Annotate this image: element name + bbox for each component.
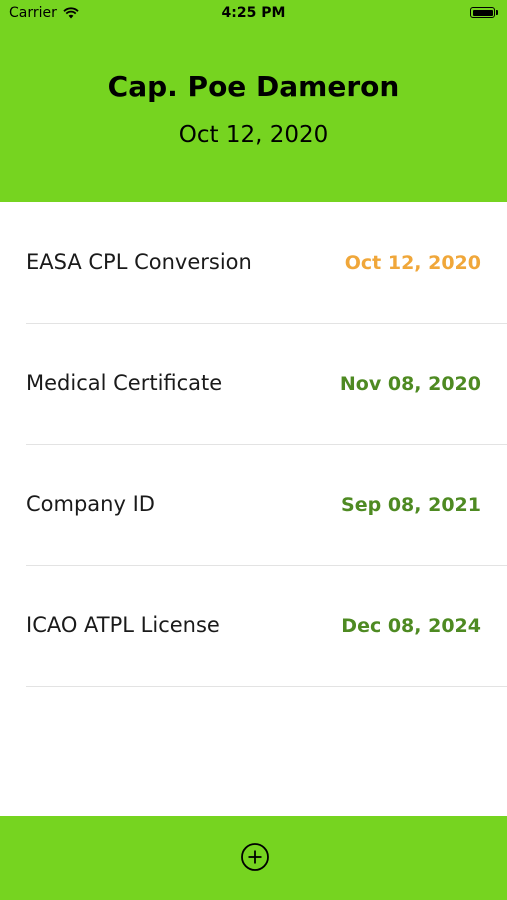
document-expiry-date: Oct 12, 2020 [344, 252, 481, 274]
add-document-button[interactable] [240, 842, 270, 872]
plus-circle-icon [241, 843, 269, 871]
document-expiry-date: Nov 08, 2020 [339, 373, 481, 395]
list-item[interactable]: EASA CPL Conversion Oct 12, 2020 [0, 203, 507, 324]
header: Carrier 4:25 PM Cap. Poe Dameron Oct 12,… [0, 0, 507, 202]
document-expiry-date: Sep 08, 2021 [341, 494, 481, 516]
status-bar: Carrier 4:25 PM [0, 0, 507, 28]
header-date: Oct 12, 2020 [178, 122, 329, 148]
battery-icon [470, 7, 498, 18]
document-name: Medical Certificate [26, 371, 223, 395]
list-item[interactable]: ICAO ATPL License Dec 08, 2024 [0, 566, 507, 687]
status-time: 4:25 PM [221, 5, 286, 21]
bottom-toolbar [0, 816, 507, 900]
list-item[interactable]: Medical Certificate Nov 08, 2020 [0, 324, 507, 445]
document-list: EASA CPL Conversion Oct 12, 2020 Medical… [0, 203, 507, 687]
row-divider [26, 686, 507, 687]
document-expiry-date: Dec 08, 2024 [341, 615, 481, 637]
list-item[interactable]: Company ID Sep 08, 2021 [0, 445, 507, 566]
pilot-name: Cap. Poe Dameron [107, 70, 400, 103]
document-name: EASA CPL Conversion [26, 250, 252, 274]
document-name: Company ID [26, 492, 155, 516]
document-name: ICAO ATPL License [26, 613, 220, 637]
